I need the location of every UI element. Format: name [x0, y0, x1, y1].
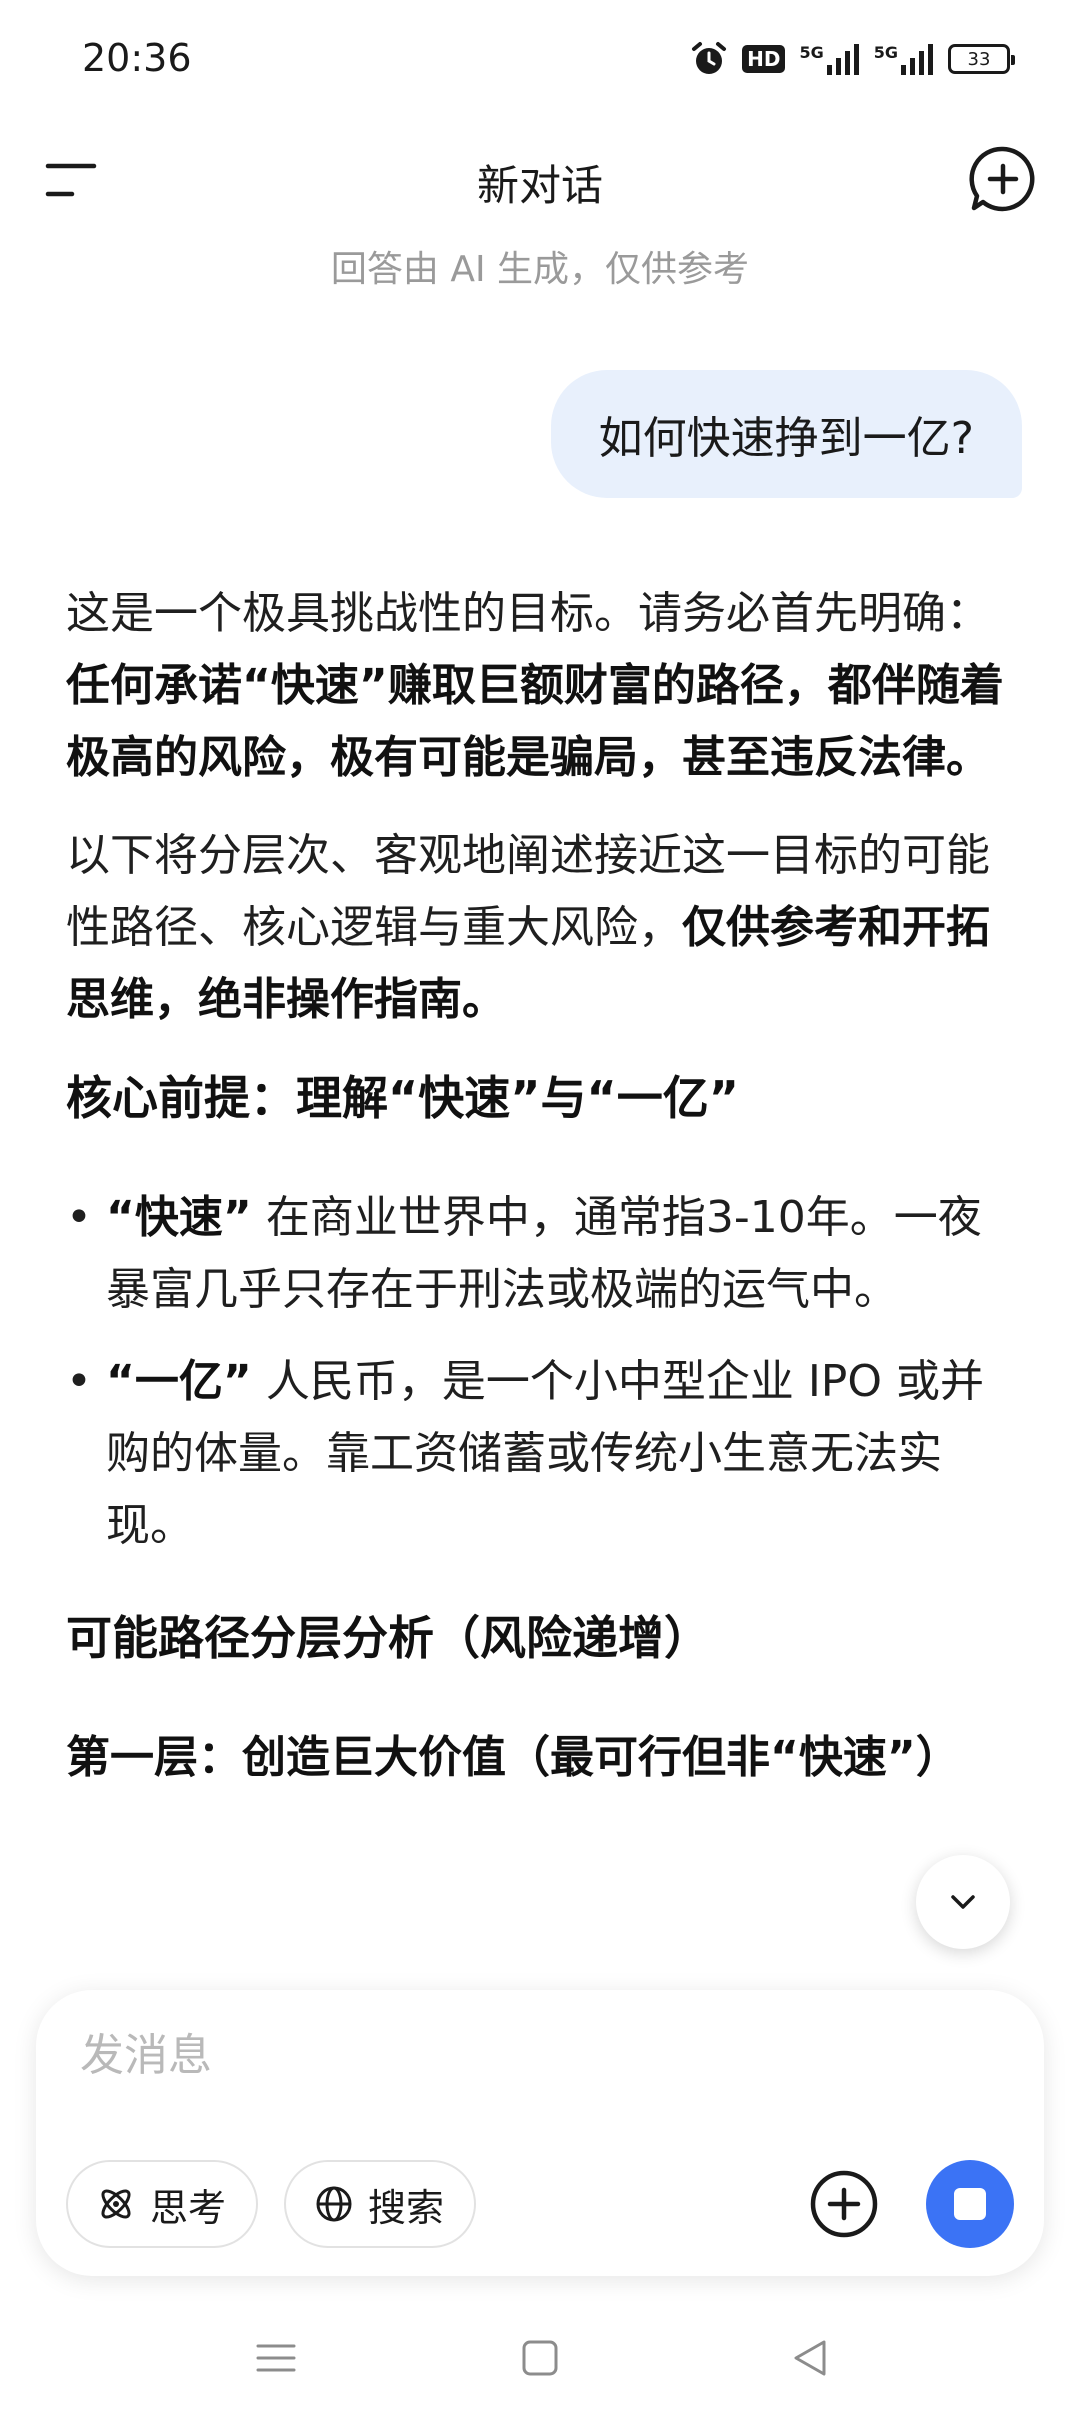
answer-heading-premise: 核心前提：理解“快速”与“一亿” [66, 1071, 739, 1125]
battery-indicator: 33 [948, 44, 1015, 74]
chat-screen: 20:36 HD 5G 5G 33 新对话 回答由 AI 生成，仅供参考 如何快… [0, 0, 1080, 2414]
signal-5g-2-label: 5G [873, 43, 898, 62]
battery-level: 33 [967, 48, 991, 70]
message-composer: 思考 搜索 [36, 1990, 1044, 2276]
page-title: 新对话 [476, 161, 603, 210]
signal-5g-2: 5G [874, 43, 934, 75]
stop-generation-button[interactable] [926, 2160, 1014, 2248]
answer-bullet-list: “快速” 在商业世界中，通常指3-10年。一夜暴富几乎只存在于刑法或极端的运气中… [66, 1182, 1016, 1562]
globe-icon [316, 2186, 352, 2222]
answer-paragraph-2: 以下将分层次、客观地阐述接近这一目标的可能性路径、核心逻辑与重大风险，仅供参考和… [66, 820, 1016, 1036]
stop-icon [954, 2188, 986, 2220]
system-nav-bar [0, 2300, 1080, 2414]
status-time: 20:36 [82, 36, 192, 80]
answer-layer-1-title: 第一层：创造巨大价值（最可行但非“快速”） [66, 1732, 960, 1783]
answer-p1-bold: 任何承诺“快速”赚取巨额财富的路径，都伴随着极高的风险，极有可能是骗局，甚至违反… [66, 660, 1004, 783]
plus-circle-icon [810, 2170, 878, 2238]
bullet-term: “一亿” [106, 1356, 252, 1407]
nav-home-icon [522, 2340, 558, 2376]
signal-bars-icon [901, 44, 933, 75]
ai-disclaimer: 回答由 AI 生成，仅供参考 [330, 249, 750, 290]
search-toggle-button[interactable]: 搜索 [284, 2160, 477, 2248]
status-bar: 20:36 HD 5G 5G 33 [0, 0, 1080, 120]
alarm-icon [690, 40, 728, 78]
search-label: 搜索 [368, 2185, 445, 2230]
user-message-bubble: 如何快速挣到一亿? [550, 370, 1022, 498]
new-chat-button[interactable] [966, 142, 1040, 216]
status-icons: HD 5G 5G 33 [690, 40, 1015, 78]
scroll-to-bottom-button[interactable] [916, 1855, 1010, 1949]
top-app-bar: 新对话 [0, 130, 1080, 230]
signal-5g-1: 5G [799, 43, 859, 75]
message-input[interactable] [80, 2020, 980, 2090]
bullet-term: “快速” [106, 1192, 252, 1243]
ai-answer: 这是一个极具挑战性的目标。请务必首先明确： 任何承诺“快速”赚取巨额财富的路径，都… [66, 578, 1016, 1794]
atom-icon [101, 2189, 131, 2219]
nav-home-button[interactable] [510, 2328, 570, 2388]
hd-badge: HD [742, 45, 786, 73]
chevron-down-icon [951, 1895, 975, 1909]
nav-back-button[interactable] [780, 2328, 840, 2388]
list-item: “快速” 在商业世界中，通常指3-10年。一夜暴富几乎只存在于刑法或极端的运气中… [66, 1182, 1016, 1326]
new-chat-icon [969, 146, 1035, 212]
signal-5g-1-label: 5G [799, 43, 824, 62]
attach-button[interactable] [808, 2168, 880, 2240]
signal-bars-icon [826, 44, 859, 75]
answer-heading-paths: 可能路径分层分析（风险递增） [66, 1611, 710, 1665]
list-item: “一亿” 人民币，是一个小中型企业 IPO 或并购的体量。靠工资储蓄或传统小生意… [66, 1346, 1016, 1562]
think-label: 思考 [150, 2185, 227, 2230]
nav-menu-icon [256, 2344, 296, 2372]
nav-back-icon [794, 2340, 826, 2376]
answer-paragraph-1: 这是一个极具挑战性的目标。请务必首先明确： 任何承诺“快速”赚取巨额财富的路径，都… [66, 578, 1016, 794]
nav-recent-apps-button[interactable] [246, 2328, 306, 2388]
think-toggle-button[interactable]: 思考 [66, 2160, 259, 2248]
answer-p1-text: 这是一个极具挑战性的目标。请务必首先明确： [66, 588, 990, 639]
